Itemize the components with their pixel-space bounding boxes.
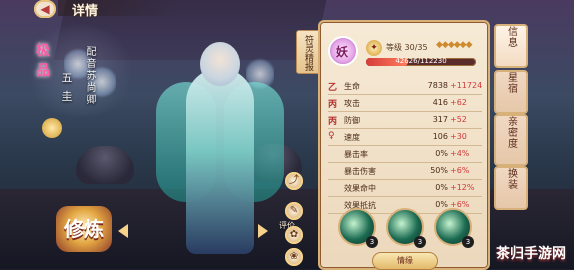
next-character-arrow[interactable] (258, 224, 268, 238)
stat-name: 攻击 (344, 99, 360, 108)
stat-row: 效果命中 0% +12% (328, 180, 482, 197)
portrait-char: 妖 (336, 45, 349, 59)
comment-icon: ✎ (289, 205, 299, 216)
back-button[interactable]: ◀ (34, 0, 56, 18)
level-text: 等级 30/35 (386, 43, 428, 52)
skill-2-level: 3 (414, 236, 426, 248)
gift-button[interactable]: ✿ (285, 226, 303, 244)
level-icon: ✦ (366, 40, 382, 56)
stat-icon (328, 165, 340, 177)
talisman-badge-text: 符灵精报 (303, 35, 313, 71)
skill-2[interactable]: 3 (386, 208, 426, 248)
grade-vertical: 五 圭 (60, 72, 73, 104)
tab-dress[interactable]: 换装 (494, 166, 528, 210)
stat-name: 暴击伤害 (344, 167, 376, 176)
tab-intimacy[interactable]: 亲密度 (494, 114, 528, 166)
tab-dress-label: 换装 (505, 168, 517, 190)
share-button[interactable]: ⤴ (285, 172, 303, 190)
stat-name: 防御 (344, 116, 360, 125)
tab-constellation-label: 星宿 (505, 72, 517, 94)
stat-bonus: +11724 (450, 81, 483, 90)
stat-icon: 乙 (328, 83, 338, 93)
skill-1[interactable]: 3 (338, 208, 378, 248)
skill-3-level: 3 (462, 236, 474, 248)
tab-info[interactable]: 信息 (494, 24, 528, 68)
stat-bonus: +12% (450, 183, 475, 192)
prev-character-arrow[interactable] (118, 224, 128, 238)
experience-bar: 42626/112230 (366, 57, 476, 66)
page-title: 详情 (72, 4, 99, 19)
stat-icon (328, 148, 340, 160)
stat-value: 106 (432, 132, 448, 141)
practice-button[interactable]: 修炼 (56, 206, 112, 252)
fox-left (76, 146, 134, 184)
stat-name: 暴击率 (344, 150, 368, 159)
stat-value: 50% (430, 166, 448, 175)
stat-bonus: +52 (450, 115, 467, 124)
stat-bonus: +30 (450, 132, 467, 141)
stat-value: 0% (435, 149, 448, 158)
stat-icon: 丙 (328, 100, 338, 110)
voice-actor-vertical: 配音苏尚卿 (84, 46, 95, 106)
level-row: ✦ 等级 30/35 ◆◆◆◆◆◆ (366, 40, 482, 56)
comment-button[interactable]: ✎ (285, 202, 303, 220)
tab-intimacy-label: 亲密度 (505, 116, 517, 149)
watermark-text: 茶归手游网 (496, 246, 566, 262)
back-arrow-icon: ◀ (40, 2, 50, 16)
gift-icon: ✿ (289, 229, 299, 240)
skills-row: 3 3 3 (338, 208, 478, 248)
stat-icon: ♀ (328, 131, 335, 141)
stat-row: 乙生命 7838 +11724 (328, 78, 482, 95)
character-head (200, 42, 240, 86)
character-model[interactable] (150, 42, 290, 262)
rank-label: 极品 (36, 43, 50, 79)
bond-button[interactable]: 情缘 (372, 252, 438, 270)
stat-row: 暴击伤害 50% +6% (328, 163, 482, 180)
stat-name: 生命 (344, 82, 360, 91)
stat-value: 317 (432, 115, 448, 124)
stat-bonus: +6% (450, 166, 470, 175)
tab-constellation[interactable]: 星宿 (494, 70, 528, 114)
tab-info-label: 信息 (505, 26, 517, 48)
share-icon: ⤴ (289, 175, 299, 186)
skill-3[interactable]: 3 (434, 208, 474, 248)
stat-value: 7838 (427, 81, 448, 90)
stats-panel: 妖 ✦ 等级 30/35 ◆◆◆◆◆◆ 42626/112230 乙生命 7838… (318, 20, 490, 270)
portrait-avatar: 妖 (328, 36, 358, 66)
practice-label: 修炼 (64, 217, 104, 241)
stat-bonus: +4% (450, 149, 470, 158)
flower-icon: ❀ (289, 251, 299, 262)
stat-icon (328, 182, 340, 194)
stat-name: 效果命中 (344, 184, 376, 193)
stat-row: 丙攻击 416 +62 (328, 95, 482, 112)
rank-stars: ◆◆◆◆◆◆ (436, 40, 473, 50)
stat-value: 416 (432, 98, 448, 107)
stat-name: 速度 (344, 133, 360, 142)
stat-bonus: +62 (450, 98, 467, 107)
stat-value: 0% (435, 183, 448, 192)
stat-row: 丙防御 317 +52 (328, 112, 482, 129)
emblem-icon (42, 118, 62, 138)
top-bar: ◀ 详情 (0, 0, 574, 20)
stat-icon: 丙 (328, 117, 338, 127)
stats-list: 乙生命 7838 +11724 丙攻击 416 +62 丙防御 317 +52 ♀ 速度 106 +30… (328, 78, 482, 214)
character-body (186, 68, 254, 254)
experience-text: 42626/112230 (395, 57, 447, 65)
stat-row: 暴击率 0% +4% (328, 146, 482, 163)
flower-button[interactable]: ❀ (285, 248, 303, 266)
stat-row: ♀ 速度 106 +30 (328, 129, 482, 146)
skill-1-level: 3 (366, 236, 378, 248)
